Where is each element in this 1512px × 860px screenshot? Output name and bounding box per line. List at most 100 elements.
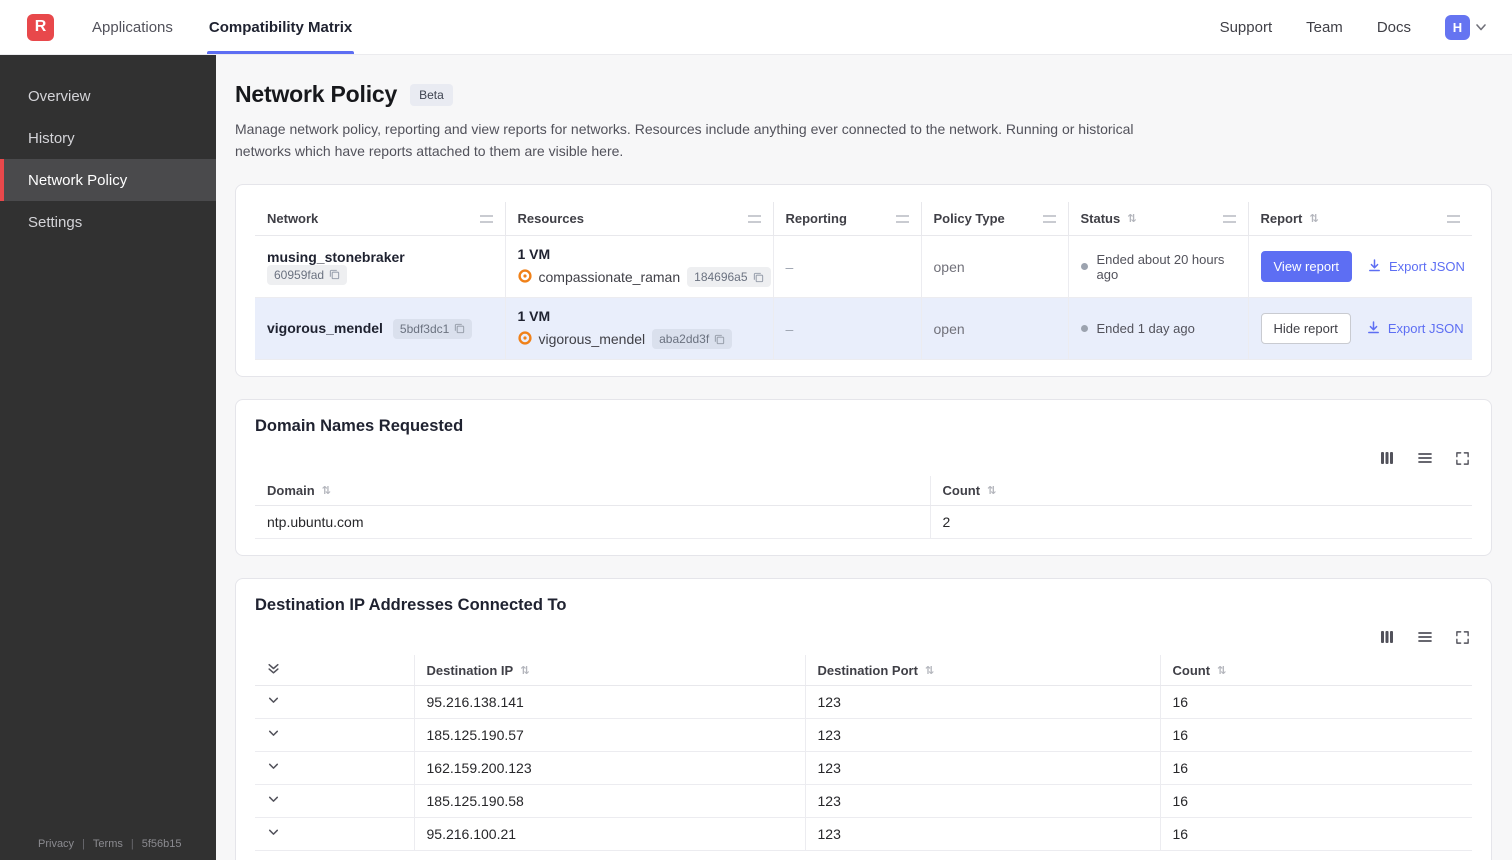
download-icon [1367,258,1382,276]
copy-icon[interactable] [454,323,465,334]
column-resize-handle[interactable] [1222,214,1236,223]
beta-badge: Beta [410,83,453,106]
sort-icon[interactable]: ⇅ [520,664,529,677]
count-value: 16 [1160,718,1472,753]
resource-count: 1 VM [517,246,551,263]
view-report-button[interactable]: View report [1260,251,1353,283]
domain-value: ntp.ubuntu.com [255,505,931,540]
expand-icon[interactable] [1455,450,1470,466]
row-expand-button[interactable] [267,760,280,773]
destination-ip-card: Destination IP Addresses Connected To De… [235,578,1492,860]
resource-count: 1 VM [517,308,551,325]
user-menu[interactable]: H [1445,14,1488,40]
vm-resource-icon [517,269,532,286]
policy-type-value: open [921,297,1069,361]
dest-port-value: 123 [805,718,1161,753]
nav-docs[interactable]: Docs [1377,19,1411,36]
export-json-link[interactable]: Export JSON [1367,258,1465,276]
dest-port-value: 123 [805,751,1161,786]
sort-icon[interactable]: ⇅ [1127,212,1136,225]
dest-port-value: 123 [805,817,1161,852]
avatar[interactable]: H [1445,14,1470,40]
copy-icon[interactable] [753,272,764,283]
reporting-value: – [773,235,922,299]
avatar-letter: H [1452,19,1463,35]
resource-id-badge: 184696a5 [687,267,771,288]
dest-port-value: 123 [805,784,1161,819]
download-icon [1366,320,1381,338]
sidebar-item-network-policy[interactable]: Network Policy [0,159,216,201]
top-navbar: R Applications Compatibility Matrix Supp… [0,0,1512,55]
status-text: Ended about 20 hours ago [1096,251,1225,282]
sidebar-footer: Privacy | Terms | 5f56b15 [38,838,182,850]
dest-ip-row: 95.216.100.21 123 16 [255,817,1472,852]
dest-ip-row: 95.216.138.141 123 16 [255,685,1472,720]
resource-name[interactable]: vigorous_mendel [539,331,646,347]
row-expand-button[interactable] [267,793,280,806]
column-resize-handle[interactable] [895,214,909,223]
col-status: Status [1080,211,1121,227]
dest-ip-row: 185.125.190.57 123 16 [255,718,1472,753]
hide-report-button[interactable]: Hide report [1260,313,1351,345]
footer-divider: | [130,838,134,850]
nav-support[interactable]: Support [1220,19,1273,36]
domain-table-header: Domain ⇅ Count ⇅ [255,476,1472,507]
col-domain: Domain [267,483,315,499]
app-logo[interactable]: R [27,13,54,41]
row-expand-button[interactable] [267,826,280,839]
dest-ip-row: 185.125.190.58 123 16 [255,784,1472,819]
sort-icon[interactable]: ⇅ [322,484,331,497]
network-id-badge: 60959fad [267,264,348,285]
col-reporting: Reporting [785,211,847,227]
dest-ip-row: 162.159.200.123 123 16 [255,751,1472,786]
count-value: 16 [1160,784,1472,819]
col-count: Count [942,483,981,499]
card-title: Destination IP Addresses Connected To [255,596,567,615]
network-row: vigorous_mendel 5bdf3dc1 1 VM vigorous_me… [255,297,1472,361]
nav-compatibility-matrix[interactable]: Compatibility Matrix [206,0,355,54]
networks-card: Network Resources Reporting Policy Type … [235,184,1492,378]
sidebar: Overview History Network Policy Settings… [0,55,216,860]
dest-ip-value: 162.159.200.123 [414,751,806,786]
export-json-link[interactable]: Export JSON [1366,320,1464,338]
sort-icon[interactable]: ⇅ [925,664,934,677]
nav-applications[interactable]: Applications [92,0,173,54]
expand-icon[interactable] [1455,629,1470,645]
table-toolbar [255,450,1470,466]
dest-ip-value: 95.216.138.141 [414,685,806,720]
expand-all-button[interactable] [267,662,280,675]
copy-icon[interactable] [329,269,340,280]
dest-ip-table-header: Destination IP ⇅ Destination Port ⇅ Count ⇅ [255,655,1472,687]
chevron-down-icon[interactable] [1474,20,1488,34]
status-dot-icon [1080,263,1088,271]
row-expand-button[interactable] [267,694,280,707]
sidebar-item-overview[interactable]: Overview [0,75,216,117]
column-resize-handle[interactable] [747,214,761,223]
resource-name[interactable]: compassionate_raman [539,269,681,285]
rows-icon[interactable] [1417,450,1433,466]
nav-team[interactable]: Team [1306,19,1343,36]
status-text: Ended 1 day ago [1096,321,1195,337]
column-resize-handle[interactable] [1042,214,1056,223]
columns-icon[interactable] [1379,629,1395,645]
primary-nav: Applications Compatibility Matrix [92,0,355,54]
col-report: Report [1260,211,1303,227]
app-root: R Applications Compatibility Matrix Supp… [0,0,1512,860]
column-resize-handle[interactable] [479,214,493,223]
sort-icon[interactable]: ⇅ [1217,664,1226,677]
network-name: vigorous_mendel [267,319,383,336]
count-value: 16 [1160,817,1472,852]
dest-port-value: 123 [805,685,1161,720]
sidebar-item-settings[interactable]: Settings [0,201,216,243]
dest-ip-value: 185.125.190.57 [414,718,806,753]
sort-icon[interactable]: ⇅ [987,484,996,497]
copy-icon[interactable] [714,334,725,345]
rows-icon[interactable] [1417,629,1433,645]
sort-icon[interactable]: ⇅ [1309,212,1318,225]
sidebar-item-history[interactable]: History [0,117,216,159]
terms-link[interactable]: Terms [93,838,123,850]
columns-icon[interactable] [1379,450,1395,466]
row-expand-button[interactable] [267,727,280,740]
column-resize-handle[interactable] [1447,214,1460,223]
privacy-link[interactable]: Privacy [38,838,74,850]
